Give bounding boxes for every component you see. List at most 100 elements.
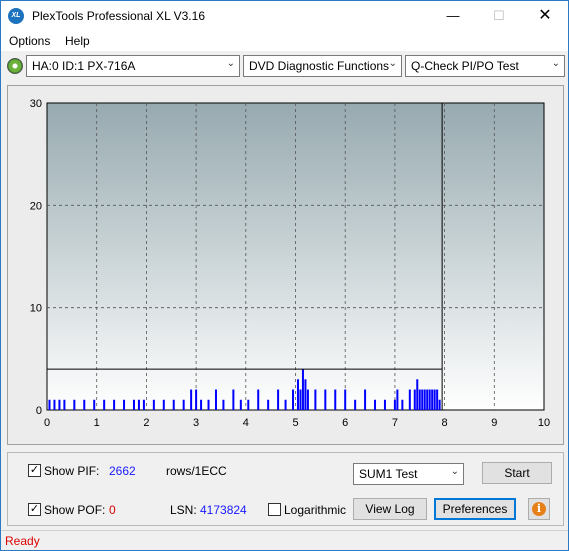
- drive-select-value: HA:0 ID:1 PX-716A: [32, 59, 136, 73]
- data-bar: [103, 399, 106, 410]
- data-bar: [137, 399, 140, 410]
- y-tick-label: 30: [30, 98, 42, 110]
- y-tick-label: 10: [30, 303, 42, 315]
- x-axis-ticks: 0 1 2 3 4 5 6 7 8 9 10: [44, 417, 550, 429]
- data-bar: [314, 389, 317, 410]
- lsn-value: 4173824: [200, 503, 247, 517]
- data-bar: [436, 389, 439, 410]
- info-icon: i: [532, 502, 546, 516]
- app-logo-icon: XL: [8, 8, 24, 24]
- show-pif-label: Show PIF:: [44, 464, 100, 478]
- status-bar: Ready: [1, 530, 568, 550]
- data-bar: [58, 399, 61, 410]
- test-select-value: Q-Check PI/PO Test: [411, 59, 519, 73]
- app-window: XL PlexTools Professional XL V3.16 — ☐ ✕…: [0, 0, 569, 551]
- show-pof-label: Show POF:: [44, 503, 106, 517]
- data-bar: [132, 399, 135, 410]
- menu-options[interactable]: Options: [9, 34, 50, 48]
- data-bar: [408, 389, 411, 410]
- show-pif-checkbox[interactable]: ✓: [28, 464, 41, 477]
- data-bar: [344, 389, 347, 410]
- x-tick-label: 8: [442, 417, 448, 429]
- minimize-button[interactable]: —: [430, 1, 476, 31]
- data-bar: [267, 399, 270, 410]
- x-tick-label: 9: [491, 417, 497, 429]
- x-tick-label: 6: [342, 417, 348, 429]
- data-bar: [324, 389, 327, 410]
- data-bar: [428, 389, 431, 410]
- data-bar: [304, 379, 307, 410]
- chevron-down-icon: ⌄: [450, 466, 459, 477]
- title-bar: XL PlexTools Professional XL V3.16 — ☐ ✕: [1, 1, 568, 31]
- data-bar: [182, 399, 185, 410]
- data-bar: [162, 399, 165, 410]
- data-bar: [93, 399, 96, 410]
- data-bar: [426, 389, 429, 410]
- close-button[interactable]: ✕: [522, 1, 568, 31]
- data-bar: [200, 399, 203, 410]
- data-bar: [401, 399, 404, 410]
- data-bar: [301, 369, 304, 410]
- data-bar: [418, 389, 421, 410]
- data-bar: [63, 399, 66, 410]
- logarithmic-checkbox[interactable]: [268, 503, 281, 516]
- data-bar: [413, 389, 416, 410]
- data-bar: [438, 399, 441, 410]
- data-bar: [53, 399, 56, 410]
- data-bar: [190, 389, 193, 410]
- pif-value: 2662: [109, 464, 136, 478]
- function-select-value: DVD Diagnostic Functions: [249, 59, 390, 73]
- status-text: Ready: [5, 534, 40, 548]
- show-pof-checkbox[interactable]: ✓: [28, 503, 41, 516]
- pi-po-chart: 0 10 20 30 0 1 2 3 4 5 6 7 8 9 10: [30, 98, 550, 429]
- start-button[interactable]: Start: [482, 462, 552, 484]
- pof-value: 0: [109, 503, 116, 517]
- drive-select[interactable]: HA:0 ID:1 PX-716A ⌄: [26, 55, 240, 77]
- function-select[interactable]: DVD Diagnostic Functions ⌄: [243, 55, 402, 77]
- logarithmic-label: Logarithmic: [284, 503, 347, 517]
- x-tick-label: 1: [94, 417, 100, 429]
- data-bar: [222, 399, 225, 410]
- menu-help[interactable]: Help: [65, 34, 90, 48]
- view-log-button[interactable]: View Log: [353, 498, 427, 520]
- window-title: PlexTools Professional XL V3.16: [32, 9, 205, 23]
- chevron-down-icon: ⌄: [388, 58, 397, 69]
- chart-panel: 0 10 20 30 0 1 2 3 4 5 6 7 8 9 10: [7, 85, 564, 445]
- disc-drive-icon[interactable]: [7, 58, 23, 74]
- data-bar: [48, 399, 51, 410]
- data-bar: [299, 389, 302, 410]
- data-bar: [152, 399, 155, 410]
- data-bar: [257, 389, 260, 410]
- data-bar: [374, 399, 377, 410]
- y-tick-label: 0: [36, 405, 42, 417]
- test-select[interactable]: Q-Check PI/PO Test ⌄: [405, 55, 565, 77]
- pif-units: rows/1ECC: [166, 464, 227, 478]
- data-bar: [207, 399, 210, 410]
- maximize-button[interactable]: ☐: [476, 1, 522, 31]
- y-axis-ticks: 0 10 20 30: [30, 98, 42, 417]
- data-bar: [292, 389, 295, 410]
- data-bar: [383, 399, 386, 410]
- data-bar: [393, 399, 396, 410]
- data-bar: [354, 399, 357, 410]
- data-bar: [431, 389, 434, 410]
- data-bar: [433, 389, 436, 410]
- x-tick-label: 7: [392, 417, 398, 429]
- x-tick-label: 3: [193, 417, 199, 429]
- x-tick-label: 0: [44, 417, 50, 429]
- data-bar: [334, 389, 337, 410]
- data-bar: [306, 389, 309, 410]
- data-bar: [396, 389, 399, 410]
- info-button[interactable]: i: [528, 498, 550, 520]
- data-bar: [421, 389, 424, 410]
- menu-bar: Options Help: [1, 31, 568, 51]
- preferences-button[interactable]: Preferences: [434, 498, 516, 520]
- sum-test-select[interactable]: SUM1 Test ⌄: [353, 463, 464, 485]
- x-tick-label: 2: [143, 417, 149, 429]
- x-tick-label: 4: [243, 417, 249, 429]
- data-bar: [195, 389, 198, 410]
- data-bar: [214, 389, 217, 410]
- sum-test-value: SUM1 Test: [359, 467, 418, 481]
- data-bar: [423, 389, 426, 410]
- data-bar: [296, 379, 299, 410]
